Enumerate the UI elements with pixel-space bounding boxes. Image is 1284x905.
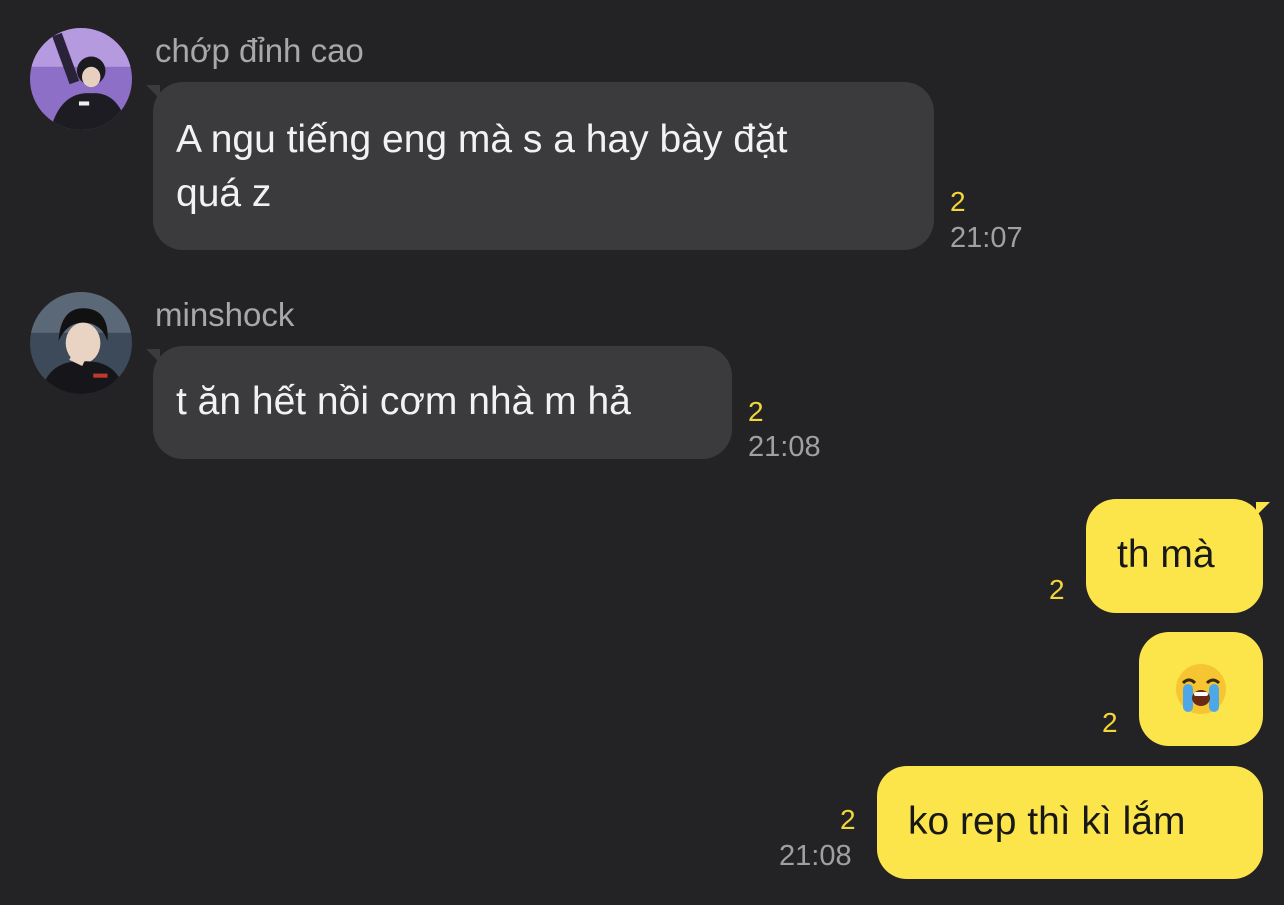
avatar-photo-purple [30, 28, 132, 130]
message-time: 21:08 [748, 431, 821, 463]
avatar-photo-dark [30, 292, 132, 394]
sender-name: chớp đỉnh cao [155, 32, 364, 69]
unread-count: 2 [840, 804, 856, 835]
bubble-tail [1256, 502, 1270, 516]
message-bubble[interactable]: A ngu tiếng eng mà s a hay bày đặt quá z [153, 82, 934, 250]
unread-count: 2 [1102, 707, 1118, 738]
sender-name: minshock [155, 296, 295, 333]
avatar[interactable] [30, 28, 132, 130]
message-text-line: quá z [176, 172, 272, 215]
message-text-line: t ăn hết nồi cơm nhà m hả [176, 380, 631, 423]
loudly-crying-face-icon [1176, 664, 1226, 714]
unread-count: 2 [950, 186, 966, 217]
message-bubble[interactable]: th mà [1086, 499, 1263, 613]
message-time: 21:08 [779, 840, 852, 872]
message-text-line: A ngu tiếng eng mà s a hay bày đặt [176, 118, 788, 161]
chat-thread[interactable]: chớp đỉnh cao A ngu tiếng eng mà s a hay… [0, 0, 1284, 905]
message-bubble[interactable] [1139, 632, 1263, 746]
unread-count: 2 [748, 396, 764, 427]
message-bubble[interactable]: t ăn hết nồi cơm nhà m hả [153, 346, 732, 459]
message-text-line: th mà [1117, 533, 1215, 576]
message-bubble[interactable]: ko rep thì kì lắm [877, 766, 1263, 879]
avatar[interactable] [30, 292, 132, 394]
message-text-line: ko rep thì kì lắm [908, 800, 1186, 843]
message-time: 21:07 [950, 222, 1023, 254]
unread-count: 2 [1049, 574, 1065, 605]
